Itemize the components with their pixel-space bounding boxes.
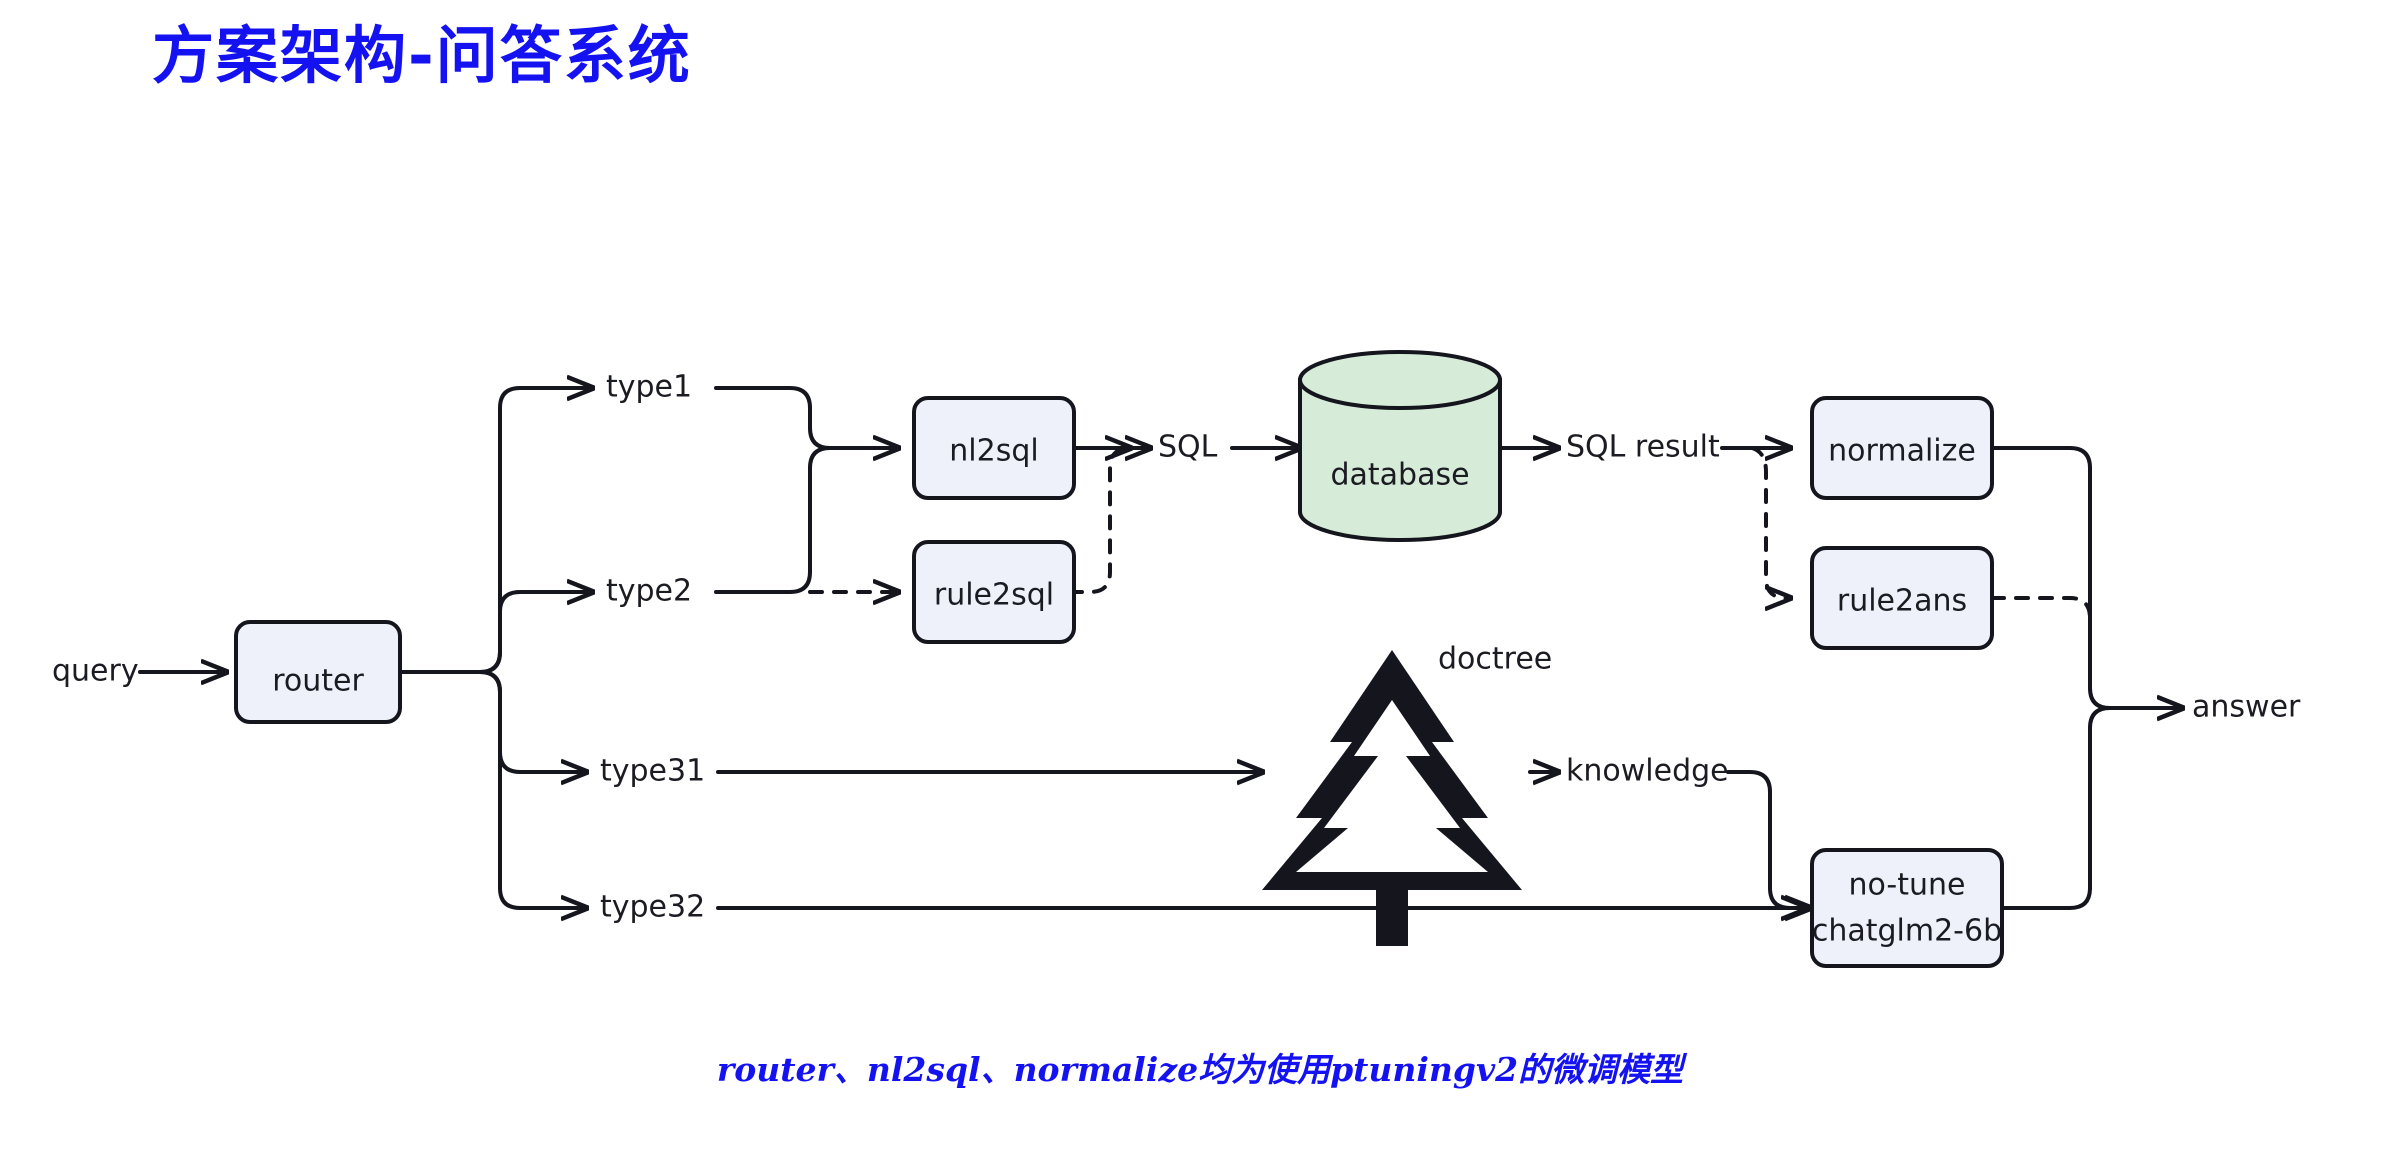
label-sql: SQL	[1158, 430, 1218, 465]
node-database-label: database	[1330, 458, 1469, 493]
node-rule2sql[interactable]: rule2sql	[912, 540, 1076, 644]
node-database[interactable]: database	[1298, 350, 1502, 542]
label-knowledge: knowledge	[1566, 754, 1729, 789]
edge-type2-nl2sql	[714, 446, 832, 594]
doctree-icon	[1262, 650, 1522, 946]
node-rule2sql-label: rule2sql	[934, 578, 1054, 613]
node-no-tune-chatglm[interactable]: no-tune chatglm2-6b	[1810, 848, 2004, 968]
label-query: query	[52, 654, 139, 689]
label-sql-result: SQL result	[1566, 430, 1720, 465]
edge-router-type32	[478, 670, 586, 908]
edge-rule2ans-answer	[1990, 596, 2092, 620]
node-router-label: router	[272, 664, 364, 699]
edge-router-type1	[478, 388, 592, 674]
label-type1: type1	[606, 370, 692, 405]
slide-canvas: 方案架构-问答系统 router nl2sql rule2sql databas…	[0, 0, 2400, 1158]
label-type32: type32	[600, 890, 705, 925]
node-no-tune-label-line2: chatglm2-6b	[1812, 914, 2002, 949]
label-doctree: doctree	[1438, 642, 1552, 677]
architecture-flowchart: router nl2sql rule2sql database normaliz…	[52, 350, 2301, 968]
edge-router-type31	[478, 670, 586, 772]
node-rule2ans[interactable]: rule2ans	[1810, 546, 1994, 650]
edge-rule2sql-sql	[1068, 448, 1130, 594]
node-no-tune-label-line1: no-tune	[1849, 868, 1966, 903]
edge-router-type2	[478, 592, 592, 674]
node-rule2ans-label: rule2ans	[1837, 584, 1967, 619]
edge-knowledge-notune	[1726, 770, 1810, 908]
edge-normalize-answer	[1990, 446, 2182, 708]
label-answer: answer	[2192, 690, 2301, 725]
edge-notune-answer	[2000, 706, 2112, 910]
node-nl2sql[interactable]: nl2sql	[912, 396, 1076, 500]
edge-sqlresult-rule2ans	[1750, 446, 1790, 598]
node-nl2sql-label: nl2sql	[949, 434, 1038, 469]
label-type31: type31	[600, 754, 705, 789]
node-router[interactable]: router	[234, 620, 402, 724]
label-type2: type2	[606, 574, 692, 609]
footnote-caption: router、nl2sql、normalize均为使用ptuningv2的微调模…	[716, 1050, 1684, 1089]
edge-type1-nl2sql	[714, 386, 898, 448]
node-normalize[interactable]: normalize	[1810, 396, 1994, 500]
node-normalize-label: normalize	[1828, 434, 1976, 469]
